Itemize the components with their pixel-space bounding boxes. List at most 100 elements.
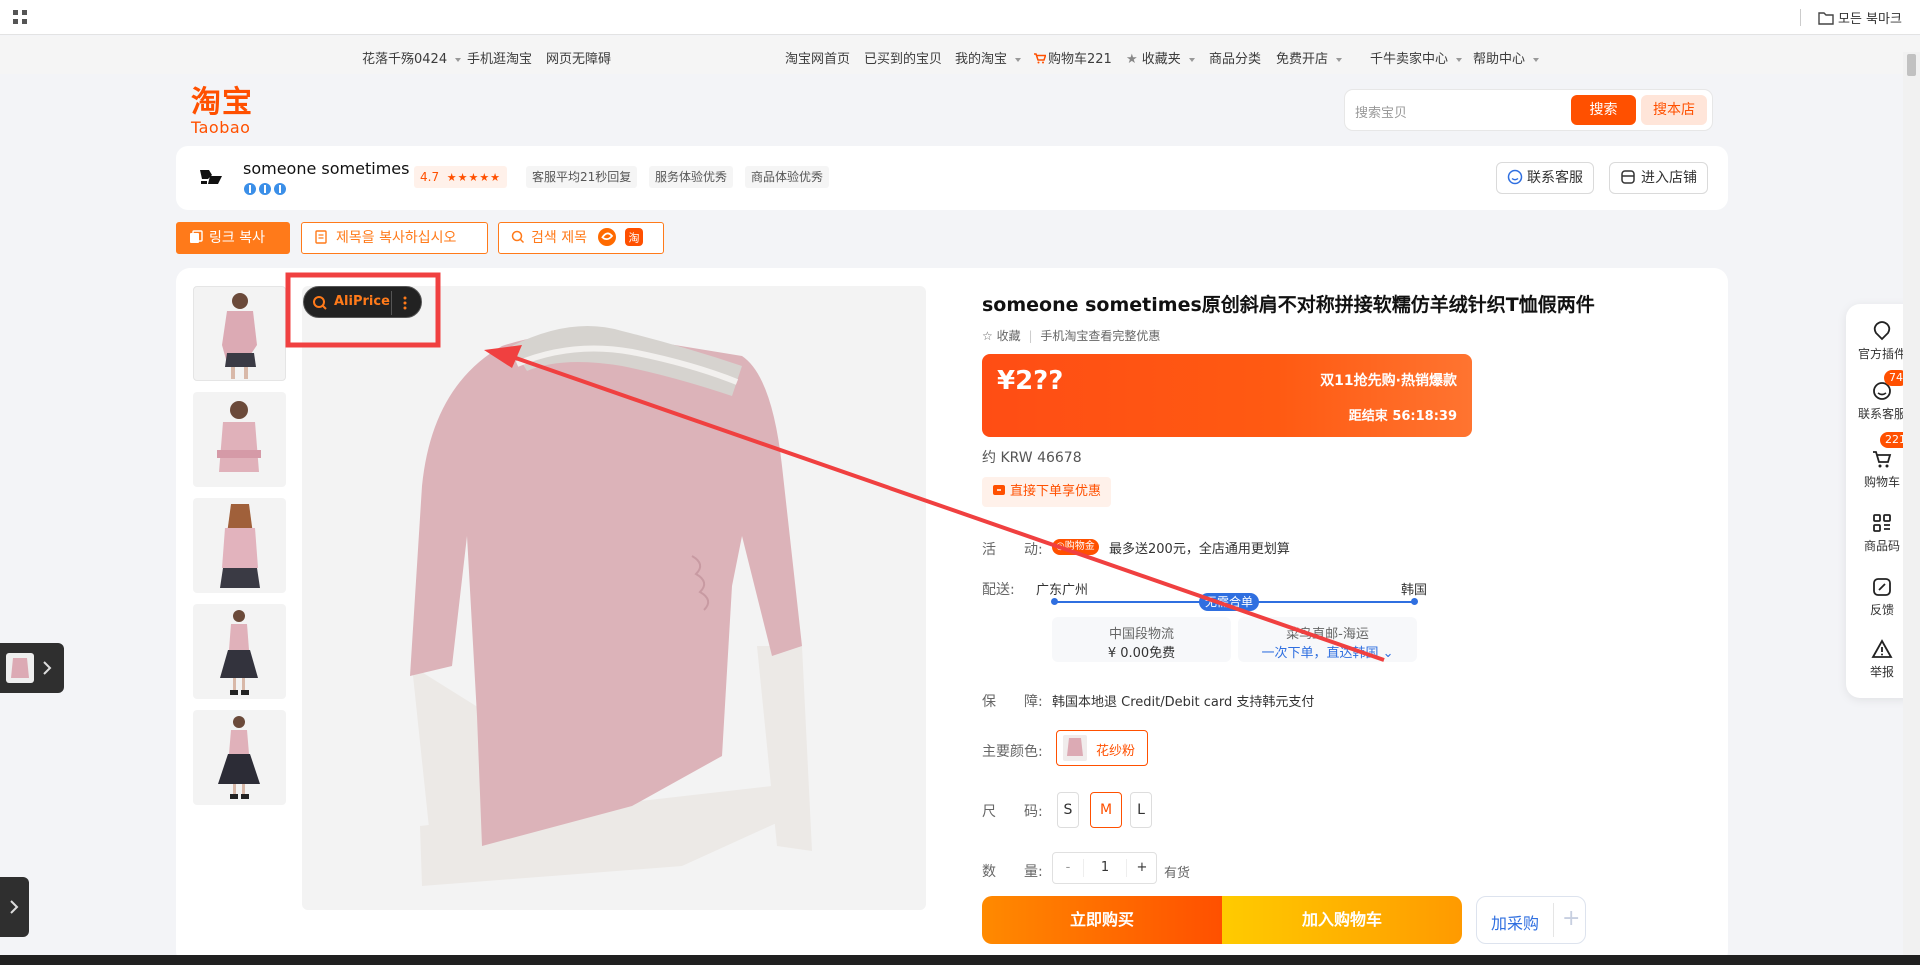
rating-stars: ★★★★★ — [446, 171, 502, 184]
more-vertical-icon[interactable] — [403, 296, 407, 310]
aliprice-divider — [391, 291, 392, 315]
shop-name[interactable]: someone sometimes — [243, 159, 409, 178]
bookmarks-bar: 모든 북마크 — [0, 0, 1920, 35]
qty-input[interactable]: 1 — [1084, 853, 1126, 883]
logistics-intl-title: 菜鸟直邮-海运 — [1286, 627, 1369, 642]
scrollbar-thumb[interactable] — [1907, 54, 1916, 76]
thumb-model-image — [220, 610, 258, 695]
activity-label: 活 动: — [982, 542, 1043, 558]
size-option-m[interactable]: M — [1090, 792, 1122, 828]
aliprice-button[interactable]: AliPrice — [303, 286, 422, 318]
tag-response: 客服平均21秒回复 — [526, 166, 638, 188]
shop-rating: 4.7 ★★★★★ — [414, 166, 508, 188]
quantity-stepper: - 1 + — [1052, 852, 1157, 884]
main-product-image[interactable] — [302, 286, 926, 910]
nav-mobile[interactable]: 手机逛淘宝 — [467, 48, 532, 67]
nav-my-taobao[interactable]: 我的淘宝 — [955, 48, 1022, 67]
coupon-icon — [993, 485, 1005, 495]
cart-icon — [1034, 53, 1047, 64]
search-title-button[interactable]: 검색 제목 淘 — [498, 222, 664, 254]
side-item-label: 反馈 — [1869, 603, 1894, 617]
nav-seller-center[interactable]: 千牛卖家中心 — [1370, 48, 1463, 67]
star-outline-icon: ☆ — [982, 329, 993, 343]
floating-expand-tab[interactable] — [0, 877, 29, 937]
krw-price: 约 KRW 46678 — [982, 450, 1082, 466]
nav-categories[interactable]: 商品分类 — [1209, 48, 1261, 67]
activity-badge: ◎购物金 — [1052, 539, 1099, 555]
taobao-mini-icon[interactable]: 淘 — [624, 227, 644, 247]
shop-header: someone sometimes 4.7 ★★★★★ 客服平均21秒回复 服务… — [176, 146, 1728, 210]
nav-home[interactable]: 淘宝网首页 — [785, 48, 850, 67]
delivery-from: 广东广州 — [1036, 583, 1089, 598]
qty-minus-button[interactable]: - — [1053, 853, 1083, 883]
contact-service-label: 联系客服 — [1527, 170, 1583, 186]
logo-cn: 淘宝 — [191, 85, 253, 120]
delivery-end-dot — [1411, 598, 1418, 605]
stock-status: 有货 — [1164, 866, 1191, 881]
nav-open-shop[interactable]: 免费开店 — [1276, 48, 1343, 67]
nav-favorites[interactable]: ★ 收藏夹 — [1126, 48, 1195, 67]
product-thumb-icon — [6, 653, 34, 683]
delivery-label: 配送: — [982, 582, 1015, 598]
site-nav: 花落千殇0424 手机逛淘宝 网页无障碍 淘宝网首页 已买到的宝贝 我的淘宝 购… — [0, 36, 1920, 74]
copy-link-button[interactable]: 링크 복사 — [176, 222, 290, 254]
shop-logo-icon[interactable] — [198, 166, 224, 188]
contact-service-button[interactable]: 联系客服 — [1496, 162, 1594, 194]
direct-discount-label: 直接下单享优惠 — [1010, 484, 1102, 499]
logistics-cn-title: 中国段物流 — [1108, 627, 1174, 642]
product-subline: ☆ 收藏 | 手机淘宝查看完整优惠 — [982, 329, 1161, 343]
folder-icon — [1818, 12, 1834, 25]
nav-bought[interactable]: 已买到的宝贝 — [864, 48, 942, 67]
product-title: someone sometimes原创斜肩不对称拼接软糯仿羊绒针织T恤假两件 — [982, 294, 1595, 316]
thumbnail-1[interactable] — [193, 286, 286, 381]
all-bookmarks-label: 모든 북마크 — [1838, 12, 1902, 27]
logistics-intl[interactable]: 菜鸟直邮-海运 一次下单，直达韩国 ⌄ — [1238, 617, 1417, 662]
taobao-logo[interactable]: 淘宝 Taobao — [191, 88, 253, 136]
color-option[interactable]: 花纱粉 — [1056, 730, 1148, 766]
mobile-note[interactable]: 手机淘宝查看完整优惠 — [1040, 329, 1160, 343]
no-merge-badge: 无需合单 — [1199, 593, 1260, 611]
taskbar-strip — [0, 955, 1920, 965]
add-to-cart-button[interactable]: 加入购物车 — [1222, 896, 1462, 944]
add-purchase-button[interactable]: 加采购 + — [1476, 896, 1586, 944]
search-button[interactable]: 搜索 — [1571, 95, 1636, 125]
direct-discount[interactable]: 直接下单享优惠 — [982, 477, 1112, 507]
size-option-l[interactable]: L — [1130, 792, 1152, 828]
side-item-label: 联系客服 — [1857, 407, 1906, 421]
grid-icon[interactable] — [13, 10, 27, 24]
report-icon — [1871, 639, 1893, 658]
alibaba-icon[interactable] — [597, 227, 617, 247]
enter-shop-button[interactable]: 进入店铺 — [1609, 162, 1708, 194]
logistics-cn-price: ¥ 0.00免费 — [1107, 646, 1176, 661]
add-purchase-label: 加采购 — [1491, 914, 1540, 933]
page-scrollbar[interactable] — [1903, 52, 1920, 957]
thumbnail-2[interactable] — [193, 392, 286, 487]
nav-accessibility[interactable]: 网页无障碍 — [546, 48, 611, 67]
tag-product: 商品体验优秀 — [745, 166, 830, 188]
delivery-start-dot — [1051, 598, 1058, 605]
nav-help[interactable]: 帮助中心 — [1473, 48, 1540, 67]
thumbnail-4[interactable] — [193, 604, 286, 699]
size-option-s[interactable]: S — [1057, 792, 1079, 828]
favorite-button[interactable]: ☆ 收藏 — [982, 329, 1021, 343]
side-item-label: 购物车 — [1863, 475, 1900, 489]
search-shop-button[interactable]: 搜本店 — [1641, 95, 1707, 125]
floating-product-tab[interactable] — [0, 643, 64, 693]
nav-cart[interactable]: 购物车221 — [1034, 48, 1112, 67]
copy-title-button[interactable]: 제목을 복사하십시오 — [301, 222, 488, 254]
qty-plus-button[interactable]: + — [1127, 853, 1157, 883]
qrcode-icon — [1873, 514, 1891, 532]
rating-value: 4.7 — [420, 170, 440, 184]
thumbnail-3[interactable] — [193, 498, 286, 593]
activity-text: 最多送200元，全店通用更划算 — [1109, 542, 1290, 557]
all-bookmarks-button[interactable]: 모든 북마크 — [1818, 8, 1902, 27]
cart-icon — [1873, 451, 1892, 468]
buy-now-button[interactable]: 立即购买 — [982, 896, 1222, 944]
side-item-label: 商品码 — [1863, 539, 1900, 553]
search-input[interactable]: 搜索宝贝 — [1355, 102, 1407, 121]
thumbnail-5[interactable] — [193, 710, 286, 805]
thumb-model-image — [218, 716, 260, 799]
price: ¥2?? — [997, 366, 1064, 396]
chevron-right-icon — [43, 661, 52, 675]
nav-username[interactable]: 花落千殇0424 — [362, 48, 462, 67]
